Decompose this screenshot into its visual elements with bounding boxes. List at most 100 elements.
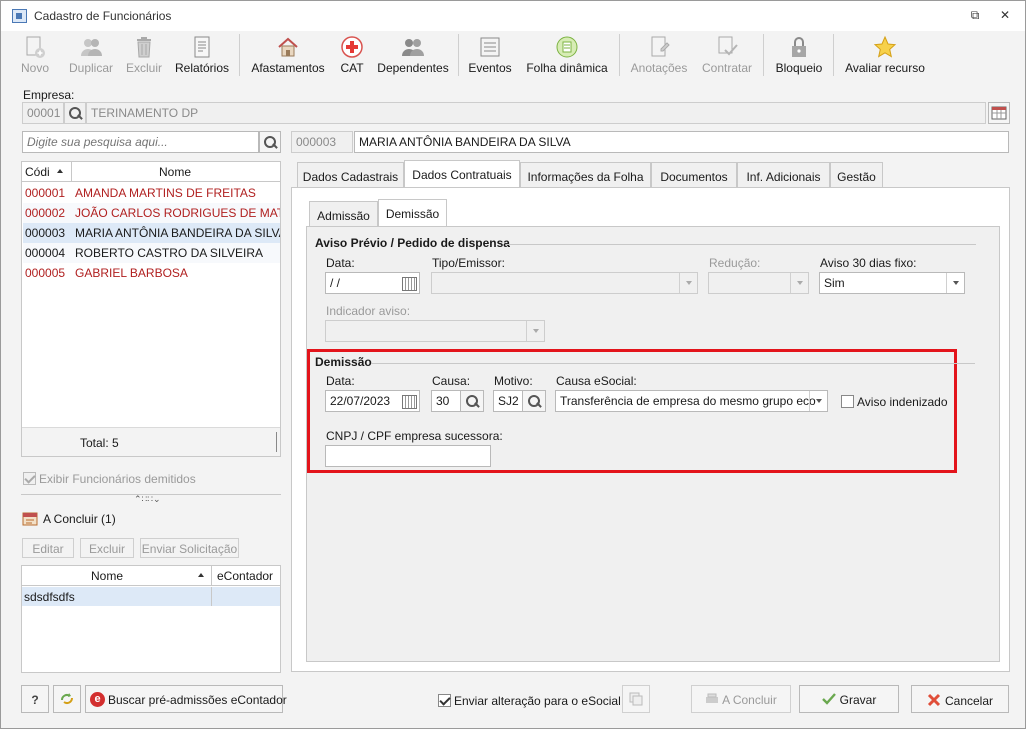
empresa-name-field[interactable]: TERINAMENTO DP xyxy=(86,102,986,124)
tab-dados-cadastrais[interactable]: Dados Cadastrais xyxy=(297,162,404,188)
reducao-select[interactable] xyxy=(708,272,809,294)
aviso-30-select[interactable]: Sim xyxy=(819,272,965,294)
close-button[interactable]: ✕ xyxy=(997,8,1013,22)
motivo-label: Motivo: xyxy=(494,374,533,388)
col-header-econtador[interactable]: eContador xyxy=(217,569,273,583)
afastamentos-button[interactable]: Afastamentos xyxy=(249,32,327,78)
trash-icon xyxy=(132,35,156,59)
chevron-down-icon xyxy=(809,391,827,411)
chevron-down-icon xyxy=(946,273,964,293)
gravar-button[interactable]: Gravar xyxy=(799,685,899,713)
red-cross-icon xyxy=(340,35,364,59)
motivo-field[interactable]: SJ2 xyxy=(493,390,523,412)
row-name: JOÃO CARLOS RODRIGUES DE MATTOS xyxy=(75,206,280,220)
toolbar: Novo Duplicar Excluir Relatórios Afastam… xyxy=(11,32,1019,80)
eventos-button[interactable]: Eventos xyxy=(467,32,513,78)
dependentes-button[interactable]: Dependentes xyxy=(377,32,449,78)
causa-search-button[interactable] xyxy=(460,390,484,412)
sort-asc-icon xyxy=(198,573,204,577)
employee-search-input[interactable] xyxy=(22,131,259,153)
employee-search-button[interactable] xyxy=(259,131,281,153)
table-row[interactable]: 000002 JOÃO CARLOS RODRIGUES DE MATTOS xyxy=(23,203,280,223)
table-row[interactable]: 000001 AMANDA MARTINS DE FREITAS xyxy=(23,183,280,203)
duplicar-button[interactable]: Duplicar xyxy=(63,32,119,78)
contratar-button[interactable]: Contratar xyxy=(699,32,755,78)
dynamic-sheet-icon xyxy=(555,35,579,59)
refresh-button[interactable] xyxy=(53,685,81,713)
tab-informacoes-folha[interactable]: Informações da Folha xyxy=(520,162,651,188)
empresa-search-button[interactable] xyxy=(64,102,86,124)
enviar-solicitacao-button[interactable]: Enviar Solicitação xyxy=(140,538,239,558)
empresa-code-field[interactable]: 00001 xyxy=(22,102,64,124)
pending-row[interactable]: sdsdfsdfs xyxy=(22,587,280,606)
hire-icon xyxy=(715,35,739,59)
relatorios-button[interactable]: Relatórios xyxy=(172,32,232,78)
show-dismissed-checkbox[interactable] xyxy=(23,472,36,485)
table-row[interactable]: 000004 ROBERTO CASTRO DA SILVEIRA xyxy=(23,243,280,263)
cancelar-button[interactable]: Cancelar xyxy=(911,685,1009,713)
search-icon xyxy=(69,107,81,119)
employee-list: Códi Nome 000001 AMANDA MARTINS DE FREITA… xyxy=(21,161,281,457)
col-header-name[interactable]: Nome xyxy=(159,165,191,179)
section-divider xyxy=(371,363,975,364)
toolbar-separator xyxy=(763,34,764,76)
tipo-emissor-select[interactable] xyxy=(431,272,698,294)
novo-button[interactable]: Novo xyxy=(11,32,59,78)
toolbar-separator xyxy=(619,34,620,76)
motivo-search-button[interactable] xyxy=(522,390,546,412)
col-divider xyxy=(211,587,212,606)
tab-gestao[interactable]: Gestão xyxy=(830,162,883,188)
a-concluir-button[interactable]: A Concluir xyxy=(691,685,791,713)
bloqueio-button[interactable]: Bloqueio xyxy=(773,32,825,78)
row-code: 000001 xyxy=(25,186,66,200)
tab-inf-adicionais[interactable]: Inf. Adicionais xyxy=(737,162,830,188)
enviar-esocial-checkbox[interactable] xyxy=(438,694,451,707)
anotacoes-button[interactable]: Anotações xyxy=(628,32,690,78)
aviso-indenizado-label: Aviso indenizado xyxy=(857,395,948,409)
employee-code-field[interactable]: 000003 xyxy=(291,131,353,153)
employee-name-field[interactable]: MARIA ANTÔNIA BANDEIRA DA SILVA xyxy=(354,131,1009,153)
search-icon xyxy=(466,395,478,407)
causa-esocial-select[interactable]: Transferência de empresa do mesmo grupo … xyxy=(555,390,828,412)
folha-dinamica-button[interactable]: Folha dinâmica xyxy=(524,32,610,78)
main-window: Cadastro de Funcionários ⧉ ✕ Novo Duplic… xyxy=(0,0,1026,729)
demissao-data-field[interactable]: 22/07/2023 xyxy=(325,390,420,412)
a-concluir-label: A Concluir xyxy=(722,693,777,707)
esocial-send-button[interactable] xyxy=(622,685,650,713)
row-name: MARIA ANTÔNIA BANDEIRA DA SILVA xyxy=(75,226,280,240)
table-row[interactable]: 000005 GABRIEL BARBOSA xyxy=(23,263,280,283)
cancelar-label: Cancelar xyxy=(944,694,994,708)
table-row[interactable]: 000003 MARIA ANTÔNIA BANDEIRA DA SILVA xyxy=(23,223,280,243)
indicador-aviso-select[interactable] xyxy=(325,320,545,342)
col-header-nome[interactable]: Nome xyxy=(91,569,123,583)
demissao-data-value: 22/07/2023 xyxy=(330,394,391,408)
aviso-30-value: Sim xyxy=(824,276,845,290)
show-dismissed-label: Exibir Funcionários demitidos xyxy=(39,472,196,486)
buscar-pre-admissoes-button[interactable]: e Buscar pré-admissões eContador xyxy=(85,685,287,713)
col-header-code[interactable]: Códi xyxy=(25,165,50,179)
subtab-demissao[interactable]: Demissão xyxy=(378,199,447,227)
cancel-x-icon xyxy=(927,693,941,707)
avaliar-recurso-button[interactable]: Avaliar recurso xyxy=(843,32,927,78)
restore-button[interactable]: ⧉ xyxy=(967,8,983,23)
aviso-data-field[interactable]: / / xyxy=(325,272,420,294)
aviso-previo-section-title: Aviso Prévio / Pedido de dispensa xyxy=(315,236,510,250)
empresa-options-button[interactable] xyxy=(988,102,1010,124)
copy-icon xyxy=(629,692,643,706)
help-button[interactable]: ? xyxy=(21,685,49,713)
tab-dados-contratuais[interactable]: Dados Contratuais xyxy=(404,160,520,188)
excluir-button[interactable]: Excluir xyxy=(122,32,166,78)
cnpj-field[interactable] xyxy=(325,445,491,467)
causa-field[interactable]: 30 xyxy=(431,390,461,412)
subtab-admissao[interactable]: Admissão xyxy=(309,201,378,227)
calendar-icon[interactable] xyxy=(399,274,418,292)
lock-icon xyxy=(787,35,811,59)
editar-button[interactable]: Editar xyxy=(22,538,74,558)
tab-documentos[interactable]: Documentos xyxy=(651,162,737,188)
calendar-icon[interactable] xyxy=(399,392,418,410)
aviso-indenizado-checkbox[interactable] xyxy=(841,395,854,408)
pending-row-name: sdsdfsdfs xyxy=(24,590,75,604)
excluir-pending-button[interactable]: Excluir xyxy=(80,538,134,558)
cat-button[interactable]: CAT xyxy=(336,32,368,78)
people-icon xyxy=(401,35,425,59)
